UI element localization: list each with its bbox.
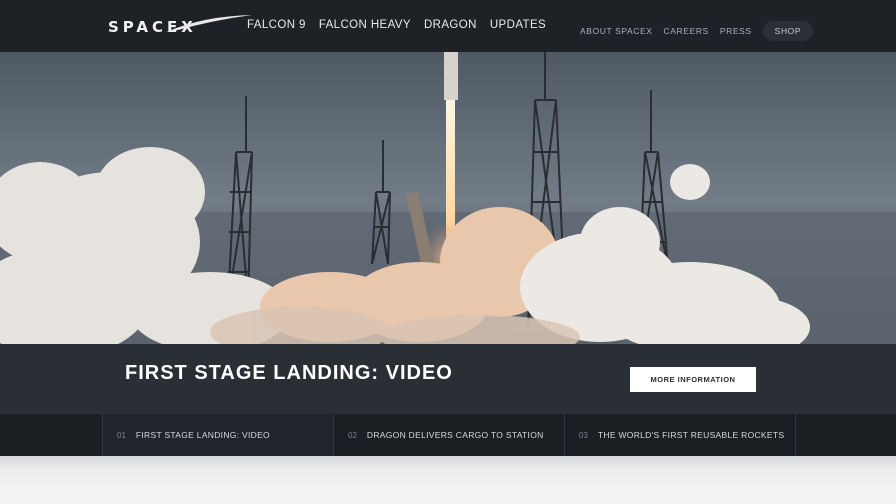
rocket-launch-illustration bbox=[0, 52, 896, 344]
hero-image bbox=[0, 52, 896, 344]
top-navbar: SPACEX FALCON 9 FALCON HEAVY DRAGON UPDA… bbox=[0, 0, 896, 52]
tab-label: FIRST STAGE LANDING: VIDEO bbox=[135, 430, 270, 440]
tab-number: 02 bbox=[348, 430, 357, 440]
tab-number: 01 bbox=[117, 430, 126, 440]
nav-shop-button[interactable]: SHOP bbox=[762, 21, 814, 41]
secondary-nav: ABOUT SPACEX CAREERS PRESS SHOP bbox=[580, 21, 814, 41]
nav-dragon[interactable]: DRAGON bbox=[424, 19, 477, 31]
slide-title: FIRST STAGE LANDING: VIDEO bbox=[125, 362, 453, 384]
tab-label: DRAGON DELIVERS CARGO TO STATION bbox=[366, 430, 544, 440]
slide-tabs: 01 FIRST STAGE LANDING: VIDEO 02 DRAGON … bbox=[0, 414, 896, 456]
slide-tab-2[interactable]: 02 DRAGON DELIVERS CARGO TO STATION bbox=[333, 414, 564, 456]
logo-swoosh-icon bbox=[166, 15, 252, 32]
nav-press[interactable]: PRESS bbox=[720, 26, 752, 36]
nav-careers[interactable]: CAREERS bbox=[664, 26, 709, 36]
nav-falcon-heavy[interactable]: FALCON HEAVY bbox=[319, 19, 411, 31]
tab-label: THE WORLD'S FIRST REUSABLE ROCKETS bbox=[597, 430, 785, 440]
page-frame: SPACEX FALCON 9 FALCON HEAVY DRAGON UPDA… bbox=[0, 0, 896, 456]
nav-about-spacex[interactable]: ABOUT SPACEX bbox=[580, 26, 653, 36]
slide-tab-3[interactable]: 03 THE WORLD'S FIRST REUSABLE ROCKETS bbox=[564, 414, 796, 456]
frame-shadow bbox=[0, 456, 896, 504]
spacex-logo[interactable]: SPACEX bbox=[108, 15, 252, 38]
slide-tab-1[interactable]: 01 FIRST STAGE LANDING: VIDEO bbox=[102, 414, 333, 456]
tab-number: 03 bbox=[579, 430, 588, 440]
nav-updates[interactable]: UPDATES bbox=[490, 19, 546, 31]
primary-nav: FALCON 9 FALCON HEAVY DRAGON UPDATES bbox=[247, 19, 546, 31]
nav-falcon-9[interactable]: FALCON 9 bbox=[247, 19, 306, 31]
more-information-button[interactable]: MORE INFORMATION bbox=[630, 367, 756, 392]
